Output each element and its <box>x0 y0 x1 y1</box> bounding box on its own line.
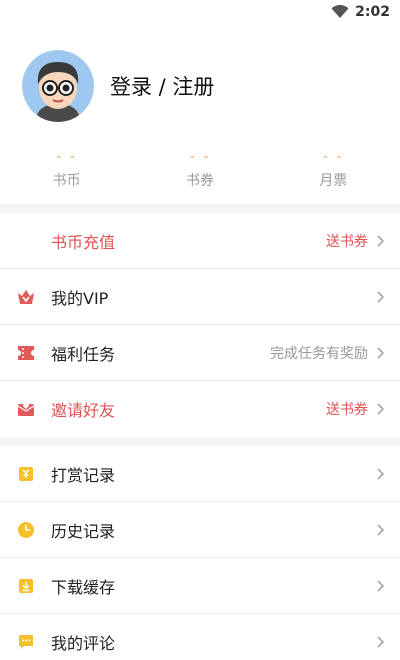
menu-item-label: 书币充值 <box>51 232 116 252</box>
menu-item-label: 我的评论 <box>51 634 116 653</box>
menu-item-label: 福利任务 <box>51 344 116 364</box>
menu-item-reward-records[interactable]: 打赏记录 <box>0 446 400 502</box>
menu-item-my-comments[interactable]: 我的评论 <box>0 614 400 660</box>
reward-icon <box>16 464 36 484</box>
comment-icon <box>16 632 36 652</box>
stat-monthly-tickets[interactable]: - - 月票 <box>267 134 400 204</box>
avatar[interactable] <box>22 50 94 122</box>
login-register-link[interactable]: 登录 / 注册 <box>110 71 214 101</box>
chevron-right-icon <box>377 403 384 415</box>
stat-label: 月票 <box>319 173 348 189</box>
stat-label: 书券 <box>185 173 214 189</box>
chevron-right-icon <box>377 234 384 247</box>
section-divider <box>0 204 400 213</box>
menu-item-label: 我的VIP <box>51 288 109 308</box>
profile-header[interactable]: 登录 / 注册 <box>0 38 400 134</box>
envelope-heart-icon <box>16 399 36 419</box>
chevron-right-icon <box>377 579 384 592</box>
chevron-right-icon <box>377 636 384 648</box>
clock-icon <box>16 520 36 540</box>
menu-item-history[interactable]: 历史记录 <box>0 502 400 558</box>
download-icon <box>16 576 36 596</box>
vip-icon <box>16 287 36 307</box>
menu-item-recharge[interactable]: 书币充值 送书券 <box>0 213 400 269</box>
stat-value: - - <box>56 149 77 165</box>
menu-item-welfare-tasks[interactable]: 福利任务 完成任务有奖励 <box>0 325 400 381</box>
section-divider <box>0 437 400 446</box>
stats-bar: - - 书币 - - 书券 - - 月票 <box>0 134 400 204</box>
chevron-right-icon <box>377 467 384 480</box>
stat-coins[interactable]: - - 书币 <box>0 134 133 204</box>
stat-value: - - <box>323 149 344 165</box>
menu-item-downloads[interactable]: 下载缓存 <box>0 558 400 614</box>
menu-item-label: 打赏记录 <box>51 465 116 485</box>
status-time: 2:02 <box>355 4 390 20</box>
menu-item-label: 历史记录 <box>51 521 116 541</box>
menu-item-tag: 完成任务有奖励 <box>270 345 368 362</box>
stat-label: 书币 <box>52 173 81 189</box>
menu-item-vip[interactable]: 我的VIP <box>0 269 400 325</box>
chevron-right-icon <box>377 346 384 359</box>
menu-group-records: 打赏记录 历史记录 下载缓存 我的评论 <box>0 446 400 660</box>
stat-value: - - <box>189 149 211 165</box>
chevron-right-icon <box>377 290 384 303</box>
menu-item-invite-friends[interactable]: 邀请好友 送书券 <box>0 381 400 437</box>
menu-item-tag: 送书券 <box>326 402 368 418</box>
stat-vouchers[interactable]: - - 书券 <box>133 134 266 204</box>
menu-item-label: 邀请好友 <box>51 401 116 420</box>
wifi-icon <box>331 5 349 18</box>
menu-item-label: 下载缓存 <box>51 577 116 597</box>
menu-item-tag: 送书券 <box>326 233 368 250</box>
menu-group-account: 书币充值 送书券 我的VIP 福利任务 完成任务有奖励 邀请好友 送书券 <box>0 213 400 437</box>
status-bar: 2:02 <box>0 0 400 24</box>
ticket-icon <box>16 343 36 363</box>
chevron-right-icon <box>377 523 384 536</box>
